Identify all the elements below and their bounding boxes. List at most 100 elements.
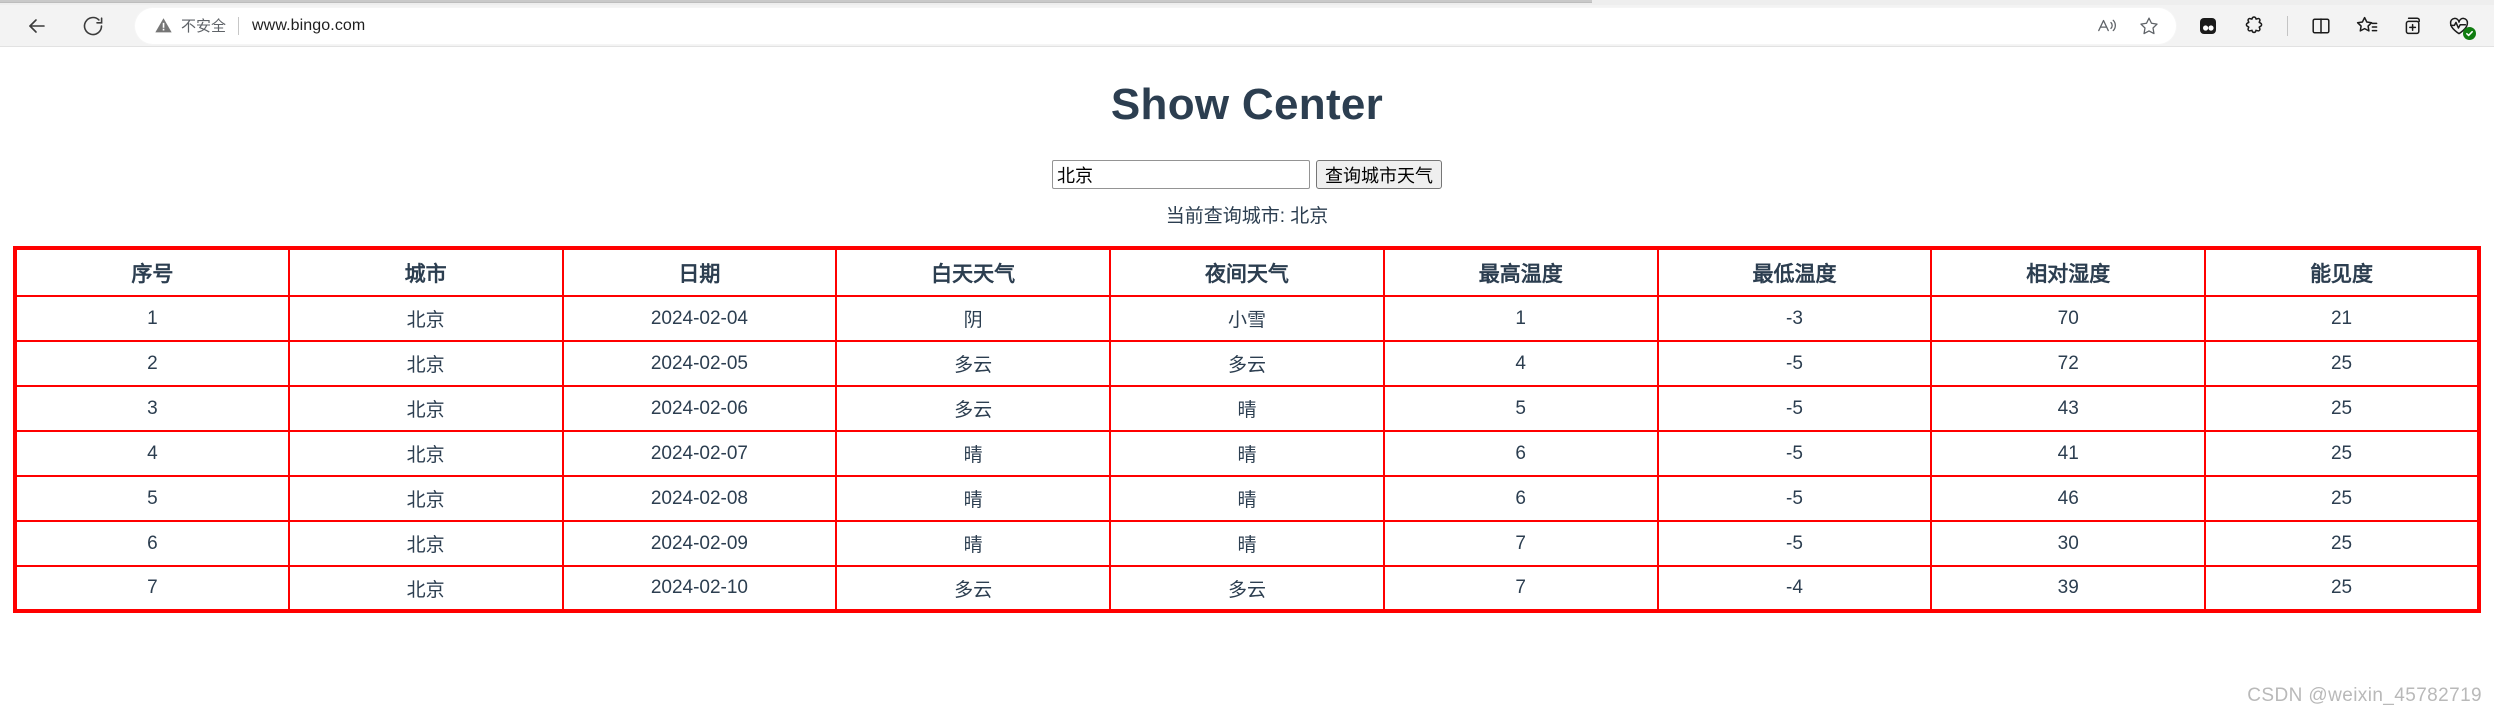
table-cell: 晴 xyxy=(1109,385,1385,432)
toolbar-right-actions xyxy=(2187,5,2494,46)
table-row: 7 北京 2024-02-10 多云 多云 7 -4 39 25 xyxy=(14,565,2480,612)
back-arrow-icon xyxy=(29,18,45,33)
back-button[interactable] xyxy=(14,8,60,44)
table-row: 1 北京 2024-02-04 阴小雪 1 -3 70 21 xyxy=(14,295,2480,342)
city-search-form: 查询城市天气 xyxy=(0,160,2494,189)
table-header-row: 序号 城市 日期 白天天气 夜间天气 最高温度 最低温度 相对湿度 能见度 xyxy=(14,247,2480,297)
table-cell: 5 xyxy=(14,475,290,522)
table-cell: 7 xyxy=(14,565,290,612)
table-header-cell: 夜间天气 xyxy=(1109,247,1385,297)
collections-icon[interactable] xyxy=(2346,8,2388,44)
table-header-cell: 城市 xyxy=(287,247,564,297)
table-header-cell: 能见度 xyxy=(2204,247,2480,297)
browser-toolbar: 不安全 www.bingo.com xyxy=(0,5,2494,46)
table-cell: 4 xyxy=(1382,340,1659,387)
table-cell: 多云 xyxy=(835,385,1112,432)
extensions-icon[interactable] xyxy=(2233,8,2275,44)
table-row: 2 北京 2024-02-05 多云 多云 4 -5 72 25 xyxy=(14,340,2480,387)
query-weather-button[interactable]: 查询城市天气 xyxy=(1316,160,1442,189)
table-row: 3 北京 2024-02-06 多云晴 5 -5 43 25 xyxy=(14,385,2480,432)
security-indicator[interactable]: 不安全 xyxy=(154,15,226,36)
table-cell: 6 xyxy=(1382,430,1659,477)
table-header-cell: 最高温度 xyxy=(1382,247,1659,297)
table-cell: 2024-02-05 xyxy=(561,340,838,387)
table-cell: 70 xyxy=(1930,295,2207,342)
browser-chrome: 不安全 www.bingo.com xyxy=(0,0,2494,46)
table-cell: 5 xyxy=(1382,385,1659,432)
table-cell: 北京 xyxy=(287,430,564,477)
table-cell: -5 xyxy=(1656,430,1933,477)
table-cell: 晴 xyxy=(1109,520,1385,567)
read-aloud-icon[interactable] xyxy=(2087,9,2127,43)
table-header-cell: 序号 xyxy=(14,247,290,297)
table-cell: 晴 xyxy=(1109,475,1385,522)
address-bar[interactable]: 不安全 www.bingo.com xyxy=(134,6,2177,45)
table-header-cell: 最低温度 xyxy=(1656,247,1933,297)
table-cell: 7 xyxy=(1382,565,1659,612)
table-cell: 2024-02-10 xyxy=(561,565,838,612)
table-cell: 2024-02-06 xyxy=(561,385,838,432)
table-header-cell: 相对湿度 xyxy=(1930,247,2207,297)
table-cell: 2024-02-07 xyxy=(561,430,838,477)
reload-icon xyxy=(83,16,103,35)
watermark: CSDN @weixin_45782719 xyxy=(2247,685,2482,706)
security-label: 不安全 xyxy=(181,18,227,35)
table-cell: -3 xyxy=(1656,295,1933,342)
page-title: Show Center xyxy=(1110,80,1384,129)
table-cell: 2 xyxy=(14,340,290,387)
table-cell: 25 xyxy=(2204,430,2480,477)
address-bar-actions xyxy=(2087,7,2169,45)
table-cell: 2024-02-09 xyxy=(561,520,838,567)
table-cell: 晴 xyxy=(835,430,1112,477)
tab-actions-icon[interactable] xyxy=(2392,8,2434,44)
table-cell: 43 xyxy=(1930,385,2207,432)
table-cell: 1 xyxy=(1382,295,1659,342)
table-cell: -5 xyxy=(1656,475,1933,522)
weather-table-container: 序号 城市 日期 白天天气 夜间天气 最高温度 最低温度 相对湿度 能见度 1 北京 2024-02… xyxy=(0,246,2494,613)
table-cell: 晴 xyxy=(1109,430,1385,477)
table-cell: 72 xyxy=(1930,340,2207,387)
table-cell: 2024-02-08 xyxy=(561,475,838,522)
table-cell: 30 xyxy=(1930,520,2207,567)
performance-status-badge xyxy=(2463,26,2476,40)
current-city-label: 当前查询城市: 北京 xyxy=(1165,206,1329,227)
table-cell: -5 xyxy=(1656,385,1933,432)
table-cell: 7 xyxy=(1382,520,1659,567)
split-screen-icon[interactable] xyxy=(2300,8,2342,44)
favorite-star-icon[interactable] xyxy=(2129,9,2169,43)
table-cell: 46 xyxy=(1930,475,2207,522)
city-search-input[interactable] xyxy=(1052,160,1310,189)
table-cell: 25 xyxy=(2204,340,2480,387)
table-cell: 小雪 xyxy=(1109,295,1385,342)
table-cell: 4 xyxy=(14,430,290,477)
table-cell: 晴 xyxy=(835,520,1112,567)
table-cell: 多云 xyxy=(835,340,1112,387)
browser-essentials-icon[interactable] xyxy=(2187,8,2229,44)
table-row: 6 北京 2024-02-09 晴晴 7 -5 30 25 xyxy=(14,520,2480,567)
weather-table: 序号 城市 日期 白天天气 夜间天气 最高温度 最低温度 相对湿度 能见度 1 北京 2024-02… xyxy=(13,246,2481,613)
table-cell: 晴 xyxy=(835,475,1112,522)
address-divider xyxy=(238,16,240,35)
table-cell: 6 xyxy=(1382,475,1659,522)
table-cell: 21 xyxy=(2204,295,2480,342)
reload-button[interactable] xyxy=(70,8,116,44)
table-cell: 北京 xyxy=(287,340,564,387)
table-cell: 北京 xyxy=(287,475,564,522)
table-cell: 北京 xyxy=(287,295,564,342)
table-cell: 多云 xyxy=(1109,565,1385,612)
table-cell: 25 xyxy=(2204,565,2480,612)
table-cell: 2024-02-04 xyxy=(561,295,838,342)
table-row: 5 北京 2024-02-08 晴晴 6 -5 46 25 xyxy=(14,475,2480,522)
table-cell: 25 xyxy=(2204,475,2480,522)
performance-icon[interactable] xyxy=(2438,8,2480,44)
table-cell: 25 xyxy=(2204,520,2480,567)
table-row: 4 北京 2024-02-07 晴晴 6 -5 41 25 xyxy=(14,430,2480,477)
table-cell: 1 xyxy=(14,295,290,342)
weather-table-head: 序号 城市 日期 白天天气 夜间天气 最高温度 最低温度 相对湿度 能见度 xyxy=(14,247,2480,297)
table-header-cell: 日期 xyxy=(561,247,838,297)
table-cell: 25 xyxy=(2204,385,2480,432)
table-cell: -5 xyxy=(1656,340,1933,387)
table-header-cell: 白天天气 xyxy=(835,247,1112,297)
weather-table-body: 1 北京 2024-02-04 阴小雪 1 -3 70 21 2 北京 2024-02-05 多云 多云… xyxy=(14,295,2480,612)
table-cell: 阴 xyxy=(835,295,1112,342)
